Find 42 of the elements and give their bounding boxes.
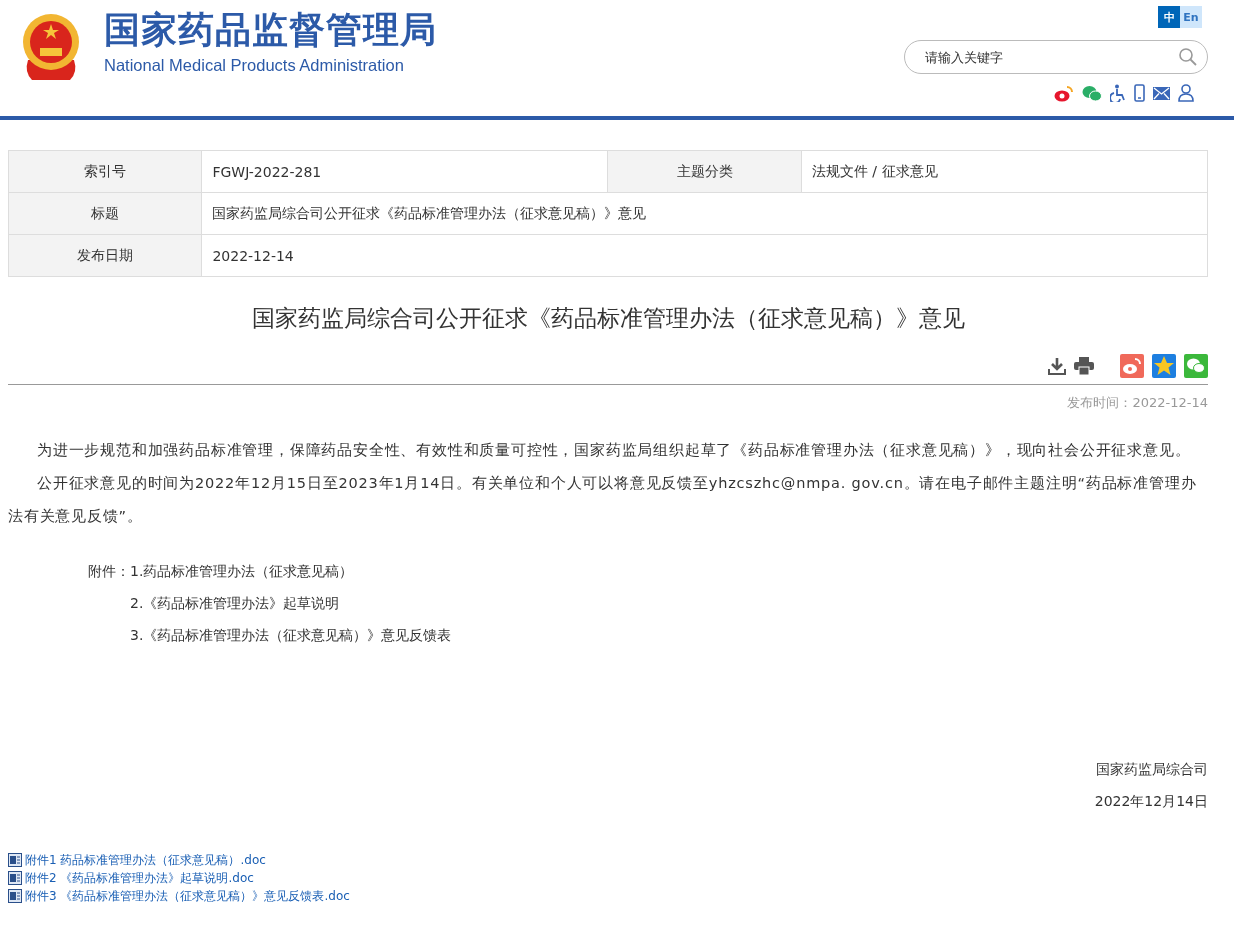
body-paragraph: 为进一步规范和加强药品标准管理，保障药品安全性、有效性和质量可控性，国家药监局组织起草了《药品标准管理办法（征求意见稿）》，现向社会公开征求意见。 bbox=[36, 441, 1192, 460]
attachment-item: 1.药品标准管理办法（征求意见稿） bbox=[130, 562, 355, 581]
attachment-item: 2.《药品标准管理办法》起草说明 bbox=[130, 594, 341, 613]
field-label: 主题分类 bbox=[608, 150, 802, 193]
document-icon bbox=[8, 889, 22, 903]
document-icon bbox=[8, 853, 22, 867]
field-value: FGWJ-2022-281 bbox=[201, 150, 608, 193]
weibo-icon[interactable] bbox=[1054, 84, 1074, 102]
body-paragraph: 公开征求意见的时间为2022年12月15日至2023年1月14日。有关单位和个人可以将意见反馈至yhzcszhc@nmpa. gov.cn。请在电子邮件主题注明“药品标准管理办法有关意见反馈”。 bbox=[8, 474, 1198, 526]
field-value: 2022-12-14 bbox=[201, 234, 1208, 277]
language-toggle[interactable]: En bbox=[1180, 6, 1202, 28]
star-share-icon[interactable] bbox=[1152, 354, 1176, 378]
search-icon[interactable] bbox=[1178, 47, 1198, 67]
signature: 国家药监局综合司 bbox=[1095, 761, 1208, 779]
attachment-link[interactable]: 附件3 《药品标准管理办法（征求意见稿）》意见反馈表.doc bbox=[25, 887, 350, 905]
wechat-icon[interactable] bbox=[1082, 84, 1102, 102]
field-label: 发布日期 bbox=[8, 234, 202, 277]
wechat-share-icon[interactable] bbox=[1184, 354, 1208, 378]
publish-time: 发布时间：2022-12-14 bbox=[1066, 394, 1208, 412]
mail-icon[interactable] bbox=[1153, 86, 1170, 100]
site-subtitle: National Medical Products Administration bbox=[104, 56, 405, 75]
signature-date: 2022年12月14日 bbox=[1093, 793, 1208, 811]
article-title: 国家药监局综合司公开征求《药品标准管理办法（征求意见稿）》意见 bbox=[250, 304, 966, 333]
national-emblem-icon bbox=[20, 12, 82, 82]
site-title: 国家药品监督管理局 bbox=[104, 8, 437, 52]
attachment-link[interactable]: 附件2 《药品标准管理办法》起草说明.doc bbox=[25, 869, 254, 887]
field-label: 索引号 bbox=[8, 150, 202, 193]
field-value: 法规文件 / 征求意见 bbox=[801, 150, 1208, 193]
weibo-share-icon[interactable] bbox=[1120, 354, 1144, 378]
attachment-label: 附件： bbox=[88, 562, 130, 581]
document-icon bbox=[8, 871, 22, 885]
accessibility-icon[interactable] bbox=[1110, 84, 1126, 102]
user-icon[interactable] bbox=[1178, 84, 1194, 102]
download-icon[interactable] bbox=[1048, 357, 1066, 375]
mobile-icon[interactable] bbox=[1134, 84, 1145, 102]
field-label: 标题 bbox=[8, 192, 202, 235]
language-toggle[interactable]: 中 bbox=[1158, 6, 1180, 28]
attachment-item: 3.《药品标准管理办法（征求意见稿）》意见反馈表 bbox=[130, 626, 452, 645]
attachment-link[interactable]: 附件1 药品标准管理办法（征求意见稿）.doc bbox=[25, 851, 266, 869]
field-value: 国家药监局综合司公开征求《药品标准管理办法（征求意见稿）》意见 bbox=[201, 192, 1208, 235]
print-icon[interactable] bbox=[1074, 357, 1094, 375]
search-field[interactable]: 请输入关键字 bbox=[904, 40, 1208, 74]
